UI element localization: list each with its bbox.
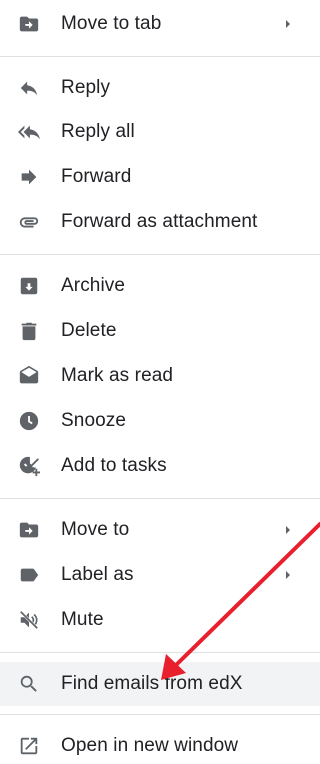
menu-item-label: Mark as read bbox=[61, 365, 174, 386]
reply-icon bbox=[18, 77, 40, 99]
menu-item-find-emails-from-sender[interactable]: Find emails from edX bbox=[0, 662, 320, 706]
menu-item-add-to-tasks[interactable]: Add to tasks bbox=[0, 444, 320, 488]
menu-item-move-to[interactable]: Move to bbox=[0, 508, 320, 552]
move-to-icon bbox=[18, 519, 40, 541]
menu-item-label: Forward bbox=[61, 166, 132, 187]
mute-icon bbox=[18, 609, 40, 631]
archive-icon bbox=[18, 275, 40, 297]
menu-item-label: Add to tasks bbox=[61, 455, 167, 476]
menu-item-label-as[interactable]: Label as bbox=[0, 553, 320, 597]
menu-item-label: Forward as attachment bbox=[61, 211, 258, 232]
menu-item-reply[interactable]: Reply bbox=[0, 66, 320, 110]
divider bbox=[0, 254, 320, 255]
menu-item-label: Label as bbox=[61, 564, 134, 585]
open-envelope-icon bbox=[18, 365, 40, 387]
divider bbox=[0, 498, 320, 499]
label-icon bbox=[18, 564, 40, 586]
attachment-icon bbox=[18, 211, 40, 233]
menu-item-snooze[interactable]: Snooze bbox=[0, 399, 320, 443]
submenu-arrow-icon bbox=[284, 525, 292, 535]
search-icon bbox=[18, 673, 40, 695]
menu-item-archive[interactable]: Archive bbox=[0, 264, 320, 308]
clock-icon bbox=[18, 410, 40, 432]
menu-item-label: Mute bbox=[61, 609, 104, 630]
submenu-arrow-icon bbox=[284, 570, 292, 580]
open-in-new-icon bbox=[18, 735, 40, 757]
trash-icon bbox=[18, 320, 40, 342]
menu-item-label: Reply bbox=[61, 77, 111, 98]
menu-item-delete[interactable]: Delete bbox=[0, 309, 320, 353]
menu-item-label: Archive bbox=[61, 275, 126, 296]
menu-item-label: Find emails from edX bbox=[61, 673, 243, 694]
reply-all-icon bbox=[18, 121, 40, 143]
menu-item-mute[interactable]: Mute bbox=[0, 598, 320, 642]
add-task-icon bbox=[18, 455, 40, 477]
menu-item-open-in-new-window[interactable]: Open in new window bbox=[0, 724, 320, 764]
divider bbox=[0, 56, 320, 57]
menu-item-reply-all[interactable]: Reply all bbox=[0, 110, 320, 154]
menu-item-mark-as-read[interactable]: Mark as read bbox=[0, 354, 320, 398]
menu-item-forward-as-attachment[interactable]: Forward as attachment bbox=[0, 200, 320, 244]
menu-item-forward[interactable]: Forward bbox=[0, 155, 320, 199]
menu-item-label: Snooze bbox=[61, 410, 127, 431]
divider bbox=[0, 714, 320, 715]
menu-item-label: Open in new window bbox=[61, 735, 239, 756]
menu-item-label: Move to tab bbox=[61, 13, 162, 34]
forward-icon bbox=[18, 166, 40, 188]
move-to-tab-icon bbox=[18, 13, 40, 35]
menu-item-label: Delete bbox=[61, 320, 117, 341]
divider bbox=[0, 652, 320, 653]
menu-item-label: Reply all bbox=[61, 121, 135, 142]
context-menu: Move to tab Reply Reply all Forward Forw… bbox=[0, 0, 320, 764]
menu-item-move-to-tab[interactable]: Move to tab bbox=[0, 2, 320, 46]
submenu-arrow-icon bbox=[284, 19, 292, 29]
menu-item-label: Move to bbox=[61, 519, 130, 540]
